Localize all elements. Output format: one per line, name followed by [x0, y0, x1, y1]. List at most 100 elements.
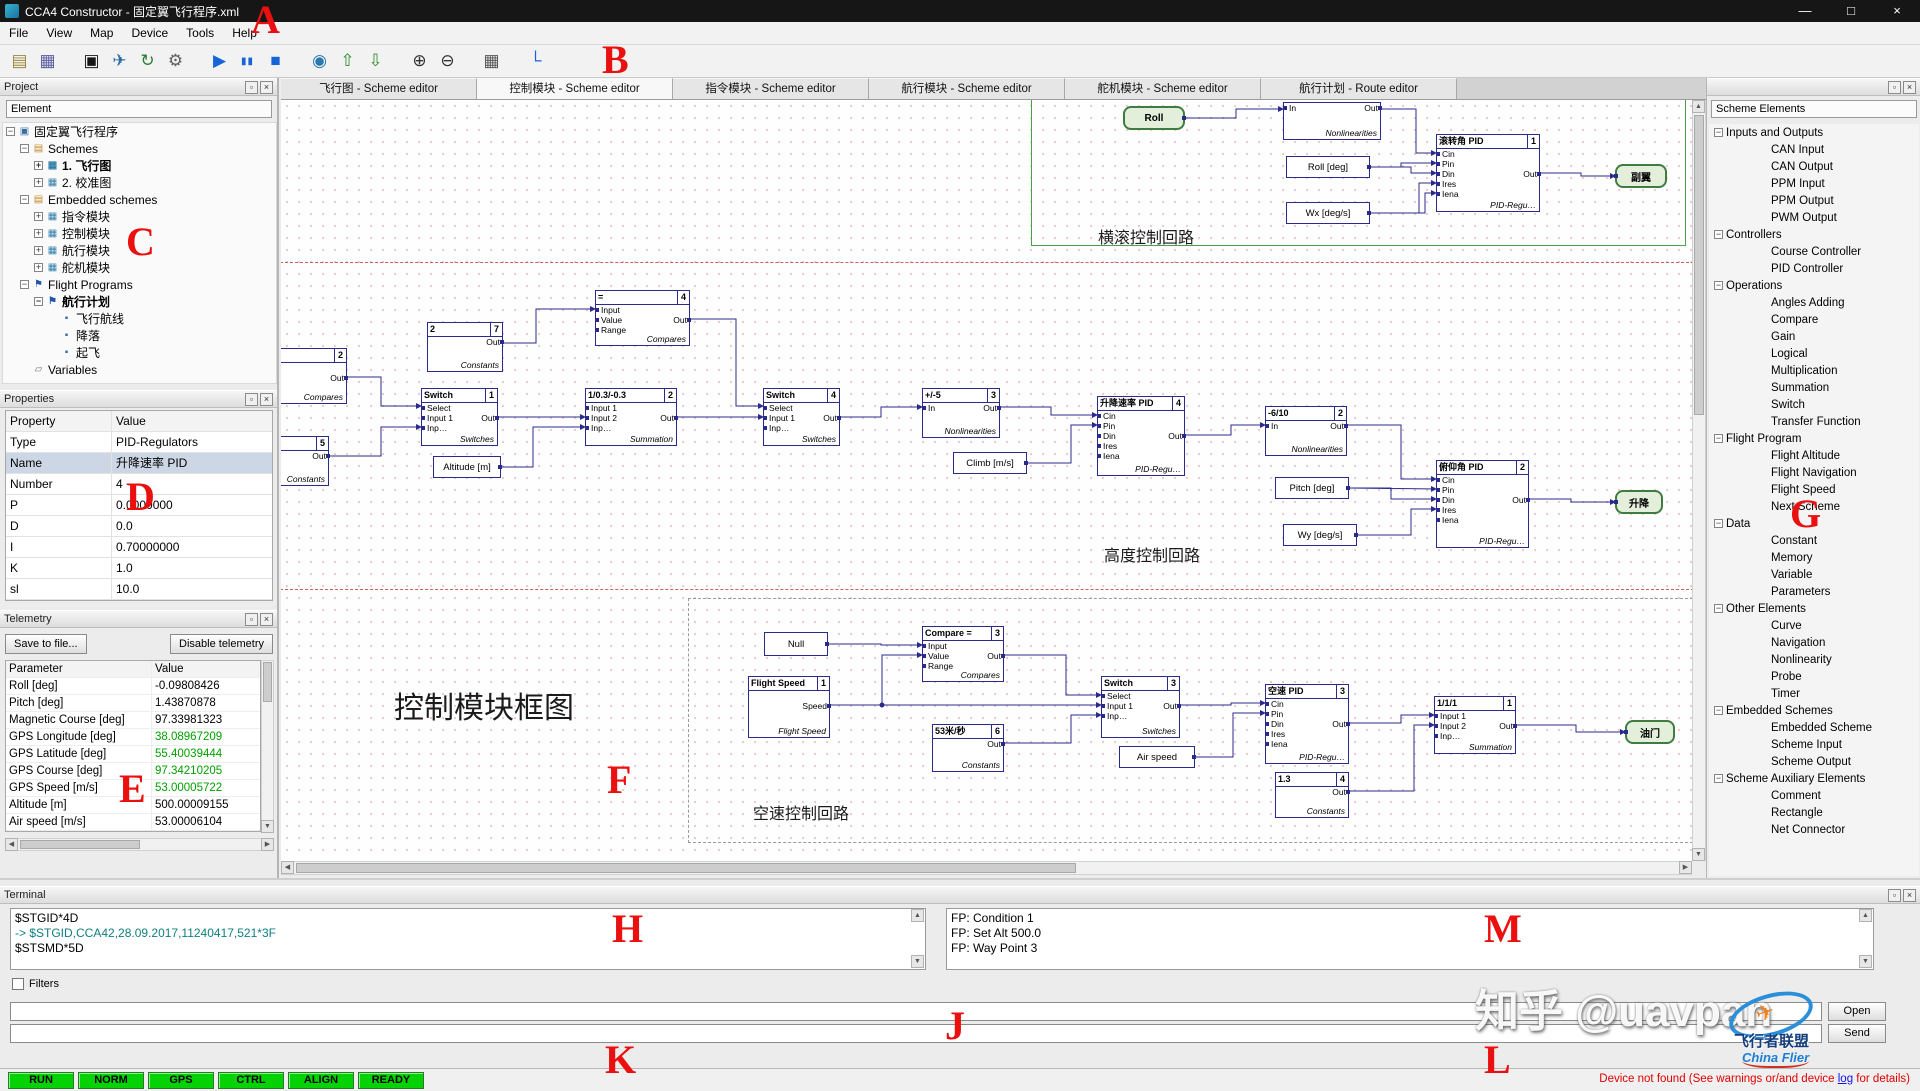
canvas-vertical-scrollbar[interactable]: ▲ ▼	[1692, 100, 1706, 861]
route-icon[interactable]: └	[522, 48, 549, 74]
block-升降[interactable]: 升降	[1614, 490, 1663, 514]
block-2[interactable]: 2 7 Out Constants	[427, 322, 504, 372]
status-led-ready[interactable]: READY	[358, 1071, 424, 1089]
scroll-up-icon[interactable]: ▲	[1692, 100, 1705, 113]
close-panel-icon[interactable]: ×	[1903, 888, 1916, 902]
scheme-element-item[interactable]: − Other Elements	[1709, 600, 1919, 617]
block-flight-speed[interactable]: Flight Speed 1 Speed Flight Speed	[748, 676, 831, 738]
refresh-icon[interactable]: ↻	[134, 48, 161, 74]
scheme-element-item[interactable]: − Scheme Auxiliary Elements	[1709, 770, 1919, 787]
project-tree-item[interactable]: − ⚑ Flight Programs	[3, 276, 276, 293]
scheme-element-item[interactable]: Comment	[1709, 787, 1919, 804]
scheme-element-item[interactable]: Curve	[1709, 617, 1919, 634]
scheme-element-item[interactable]: Compare	[1709, 311, 1919, 328]
close-panel-icon[interactable]: ×	[260, 80, 273, 94]
block-空速-pid[interactable]: 空速 PID 3 Cin Pin Din Ires Iena Out PID-Regu…	[1265, 684, 1350, 764]
dock-icon[interactable]: ▫	[1888, 888, 1901, 902]
scheme-element-item[interactable]: Embedded Scheme	[1709, 719, 1919, 736]
project-tree-item[interactable]: − ▤ Embedded schemes	[3, 191, 276, 208]
scheme-element-item[interactable]: Nonlinearity	[1709, 651, 1919, 668]
project-tree-item[interactable]: + ▦ 2. 校准图	[3, 174, 276, 191]
scheme-element-item[interactable]: PWM Output	[1709, 209, 1919, 226]
pause-icon[interactable]: ▮▮	[234, 48, 261, 74]
scheme-element-item[interactable]: − Embedded Schemes	[1709, 702, 1919, 719]
scheme-element-item[interactable]: − Operations	[1709, 277, 1919, 294]
save-to-file-button[interactable]: Save to file...	[5, 634, 87, 654]
scroll-down-icon[interactable]: ▼	[1859, 955, 1872, 968]
block-switch[interactable]: Switch 3 Select Input 1 Inp… Out Switches	[1101, 676, 1181, 738]
block-油门[interactable]: 油门	[1624, 720, 1675, 744]
block-+/-5[interactable]: +/-5 3 In Out Nonlinearities	[922, 388, 1001, 438]
scheme-element-item[interactable]: Navigation	[1709, 634, 1919, 651]
status-led-ctrl[interactable]: CTRL	[218, 1071, 284, 1089]
scheme-element-item[interactable]: Scheme Input	[1709, 736, 1919, 753]
property-row[interactable]: K 1.0	[6, 558, 272, 579]
block-1/0.3/-0.3[interactable]: 1/0.3/-0.3 2 Input 1 Input 2 Inp… Out Summatio…	[585, 388, 678, 446]
dock-icon[interactable]: ▫	[245, 612, 258, 626]
menu-tools[interactable]: Tools	[177, 22, 223, 45]
scheme-element-item[interactable]: Flight Navigation	[1709, 464, 1919, 481]
close-button[interactable]: ×	[1874, 0, 1920, 22]
block-滚转角-pid[interactable]: 滚转角 PID 1 Cin Pin Din Ires Iena Out PID-Regu…	[1436, 134, 1541, 212]
scheme-element-item[interactable]: Summation	[1709, 379, 1919, 396]
block-wx-[deg/s][interactable]: Wx [deg/s]	[1286, 202, 1371, 224]
property-row[interactable]: sl 10.0	[6, 579, 272, 600]
zoom-in-icon[interactable]: ⊕	[406, 48, 433, 74]
tab-4[interactable]: 航行模块 - Scheme editor	[869, 78, 1065, 99]
status-led-gps[interactable]: GPS	[148, 1071, 214, 1089]
close-panel-icon[interactable]: ×	[260, 392, 273, 406]
menu-map[interactable]: Map	[81, 22, 122, 45]
block-compare-=[interactable]: Compare = 3 Input Value Range Out Compares	[922, 626, 1005, 682]
project-tree-item[interactable]: + ▦ 1. 飞行图	[3, 157, 276, 174]
scroll-down-icon[interactable]: ▼	[261, 820, 274, 833]
scheme-element-item[interactable]: PPM Output	[1709, 192, 1919, 209]
globe-icon[interactable]: ◉	[306, 48, 333, 74]
scheme-element-item[interactable]: Gain	[1709, 328, 1919, 345]
block-air-speed[interactable]: Air speed	[1119, 746, 1196, 768]
close-panel-icon[interactable]: ×	[1903, 80, 1916, 94]
flight-program-log[interactable]: FP: Condition 1 FP: Set Alt 500.0 FP: Way …	[946, 908, 1874, 970]
property-row[interactable]: D 0.0	[6, 516, 272, 537]
canvas-horizontal-scrollbar[interactable]: ◀ ▶	[281, 861, 1692, 875]
scroll-up-icon[interactable]: ▲	[911, 909, 924, 922]
monitor-icon[interactable]: ▣	[78, 48, 105, 74]
minimize-button[interactable]: —	[1782, 0, 1828, 22]
telemetry-horizontal-scrollbar[interactable]: ◀ ▶	[5, 838, 274, 851]
project-tree-item[interactable]: − ▤ Schemes	[3, 140, 276, 157]
scheme-element-item[interactable]: − Controllers	[1709, 226, 1919, 243]
plane-icon[interactable]: ✈	[106, 48, 133, 74]
scheme-element-item[interactable]: − Flight Program	[1709, 430, 1919, 447]
maximize-button[interactable]: □	[1828, 0, 1874, 22]
block-switch[interactable]: Switch 1 Select Input 1 Inp… Out Switches	[421, 388, 499, 446]
scheme-element-item[interactable]: Multiplication	[1709, 362, 1919, 379]
upload-icon[interactable]: ⇧	[334, 48, 361, 74]
block-roll[interactable]: Roll	[1123, 106, 1186, 130]
menu-file[interactable]: File	[0, 22, 37, 45]
tab-1[interactable]: 飞行图 - Scheme editor	[281, 78, 477, 99]
tab-2[interactable]: 控制模块 - Scheme editor	[477, 78, 673, 99]
property-row[interactable]: Type PID-Regulators	[6, 432, 272, 453]
scheme-element-item[interactable]: Timer	[1709, 685, 1919, 702]
block-pitch-[deg][interactable]: Pitch [deg]	[1275, 477, 1350, 499]
scheme-element-item[interactable]: Rectangle	[1709, 804, 1919, 821]
status-led-run[interactable]: RUN	[8, 1071, 74, 1089]
block-nonlinearities[interactable]: In Out Nonlinearities	[1283, 102, 1382, 140]
block-53米/秒[interactable]: 53米/秒 6 Out Constants	[932, 724, 1005, 772]
project-tree-item[interactable]: ▪ 起飞	[3, 344, 276, 361]
block-altitude-[m][interactable]: Altitude [m]	[433, 456, 502, 478]
scroll-right-icon[interactable]: ▶	[261, 838, 274, 851]
scheme-element-item[interactable]: Variable	[1709, 566, 1919, 583]
save-icon[interactable]: ▦	[34, 48, 61, 74]
project-tree-item[interactable]: − ▣ 固定翼飞行程序	[3, 123, 276, 140]
scheme-element-item[interactable]: PPM Input	[1709, 175, 1919, 192]
block-climb-[m/s][interactable]: Climb [m/s]	[953, 452, 1028, 474]
disable-telemetry-button[interactable]: Disable telemetry	[170, 634, 273, 654]
block-1/1/1[interactable]: 1/1/1 1 Input 1 Input 2 Inp… Out Summation	[1434, 696, 1517, 754]
project-tree-item[interactable]: ▱ Variables	[3, 361, 276, 378]
grid-icon[interactable]: ▦	[478, 48, 505, 74]
project-tree-item[interactable]: − ⚑ 航行计划	[3, 293, 276, 310]
open-button[interactable]: Open	[1828, 1002, 1886, 1021]
play-icon[interactable]: ▶	[206, 48, 233, 74]
scroll-up-icon[interactable]: ▲	[1859, 909, 1872, 922]
log-link[interactable]: log	[1838, 1073, 1853, 1085]
